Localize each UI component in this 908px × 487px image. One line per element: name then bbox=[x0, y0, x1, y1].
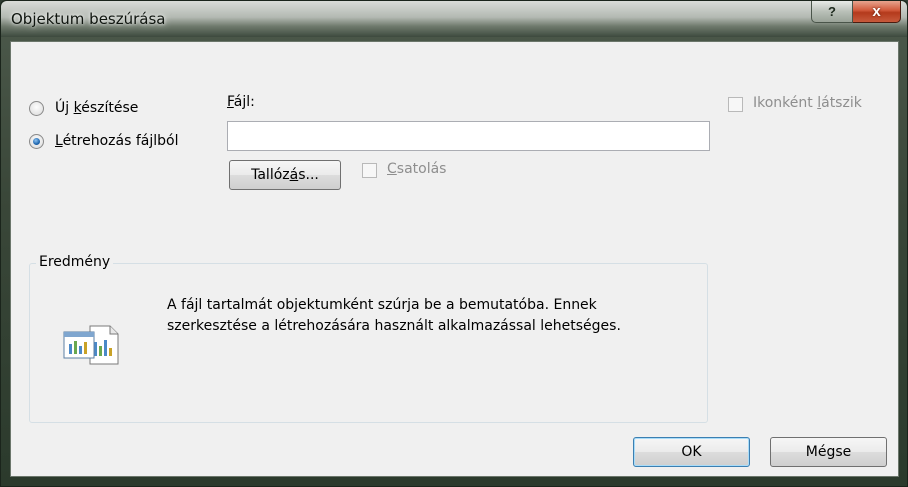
embedded-object-chart-icon bbox=[63, 325, 119, 365]
result-description-line-1: A fájl tartalmát objektumként szúrja be … bbox=[167, 297, 597, 313]
dialog-window: Objektum beszúrása ? x Új készítése Létr… bbox=[0, 0, 908, 487]
browse-button[interactable]: Tallóz á s... bbox=[229, 160, 341, 190]
title-bar[interactable]: Objektum beszúrása ? x bbox=[1, 1, 907, 37]
display-as-icon-label[interactable]: Ikonként látszik bbox=[753, 95, 862, 111]
dialog-body: Új készítése Létrehozás fájlból Fájl: Ta… bbox=[10, 41, 899, 477]
result-description: A fájl tartalmát objektumként szúrja be … bbox=[167, 295, 697, 337]
result-group-title: Eredmény bbox=[36, 254, 114, 270]
help-button[interactable]: ? bbox=[811, 1, 853, 23]
result-description-line-2: szerkesztése a létrehozására használt al… bbox=[167, 318, 621, 334]
radio-create-from-file[interactable] bbox=[29, 134, 44, 149]
ok-button[interactable]: OK bbox=[633, 437, 750, 467]
result-group: Eredmény A fájl tartalmát objektumként s… bbox=[29, 254, 708, 423]
link-checkbox[interactable] bbox=[362, 163, 377, 178]
caption-buttons: ? x bbox=[811, 1, 901, 23]
file-path-input[interactable] bbox=[227, 121, 710, 151]
close-icon: x bbox=[872, 3, 881, 20]
radio-create-new[interactable] bbox=[29, 101, 44, 116]
radio-create-new-label[interactable]: Új készítése bbox=[55, 100, 138, 116]
close-button[interactable]: x bbox=[853, 1, 901, 23]
dialog-title: Objektum beszúrása bbox=[11, 10, 166, 28]
help-icon: ? bbox=[828, 4, 836, 19]
cancel-button[interactable]: Mégse bbox=[770, 437, 887, 467]
display-as-icon-checkbox[interactable] bbox=[728, 97, 743, 112]
file-label: Fájl: bbox=[227, 94, 255, 110]
link-checkbox-label[interactable]: Csatolás bbox=[387, 161, 446, 177]
radio-create-from-file-label[interactable]: Létrehozás fájlból bbox=[55, 133, 178, 149]
